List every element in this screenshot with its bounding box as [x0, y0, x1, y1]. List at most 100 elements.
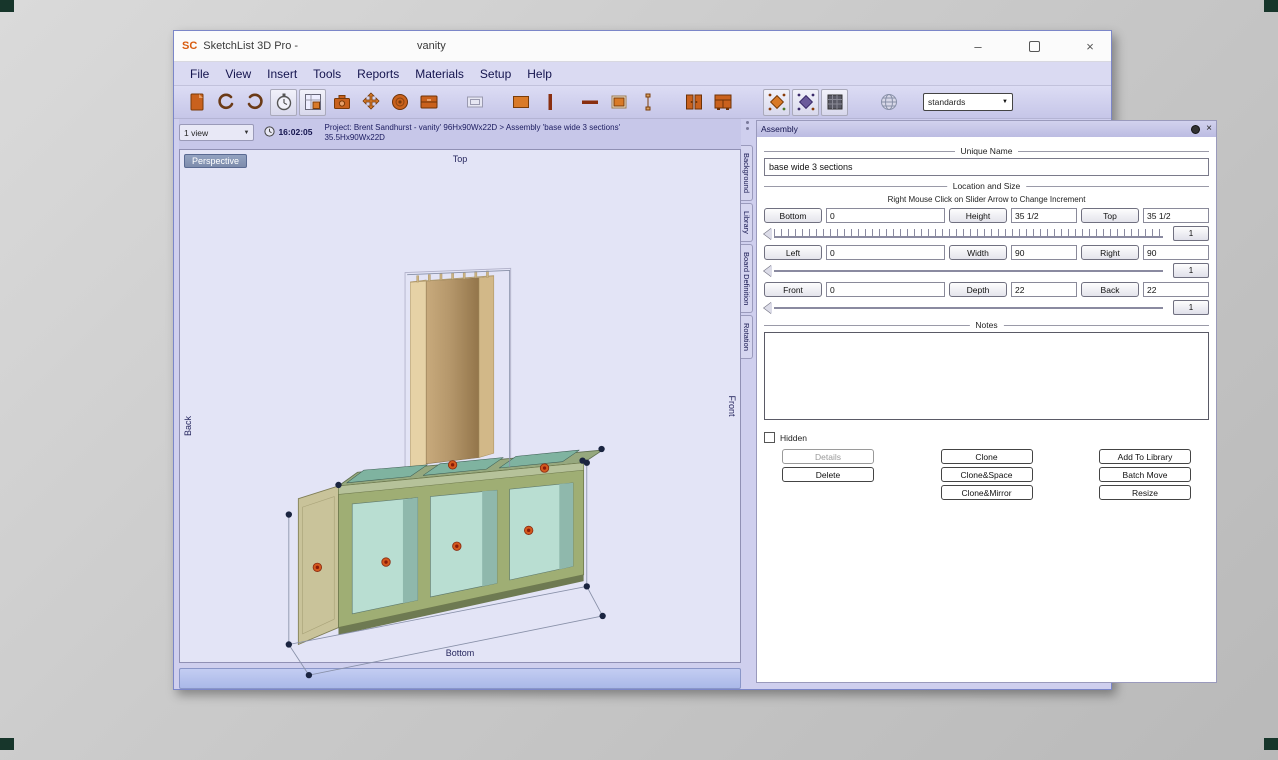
clone-mirror-button[interactable]: Clone&Mirror	[941, 485, 1033, 500]
timer-button[interactable]	[270, 89, 297, 116]
location-size-group: Location and Size Right Mouse Click on S…	[764, 186, 1209, 315]
chevron-down-icon: ▼	[1002, 99, 1008, 105]
pin-icon[interactable]	[1191, 125, 1200, 134]
mirror-tower[interactable]	[410, 271, 493, 471]
slider-thumb-icon[interactable]	[764, 302, 772, 314]
panel-close-icon[interactable]: ×	[1206, 124, 1212, 134]
depth-position-slider[interactable]	[764, 301, 1163, 315]
front-value-field[interactable]	[826, 282, 945, 297]
top-value-field[interactable]	[1143, 208, 1209, 223]
close-icon[interactable]: ×	[1079, 35, 1101, 57]
unique-name-input[interactable]	[764, 158, 1209, 176]
dowel-disc-button[interactable]	[386, 89, 413, 116]
batch-move-button[interactable]: Batch Move	[1099, 467, 1191, 482]
right-value-field[interactable]	[1143, 245, 1209, 260]
clamp-button[interactable]	[634, 89, 661, 116]
explode-hardware-icon	[766, 91, 788, 113]
assembly-panel-title: Assembly	[761, 124, 798, 134]
notes-textarea[interactable]	[764, 332, 1209, 420]
redo-button[interactable]	[241, 89, 268, 116]
new-board-icon	[186, 91, 208, 113]
clock-icon	[264, 126, 275, 137]
front-button[interactable]: Front	[764, 282, 822, 297]
left-value-field[interactable]	[826, 245, 945, 260]
session-time: 16:02:05	[278, 127, 312, 137]
vanity-3d-model[interactable]	[180, 150, 740, 691]
width-value-field[interactable]	[1011, 245, 1077, 260]
clone-space-button[interactable]: Clone&Space	[941, 467, 1033, 482]
width-button[interactable]: Width	[949, 245, 1007, 260]
bottom-button[interactable]: Bottom	[764, 208, 822, 223]
slider-thumb-icon[interactable]	[764, 265, 772, 277]
move-object-button[interactable]	[357, 89, 384, 116]
increment-box[interactable]: 1	[1173, 300, 1209, 315]
project-layout-button[interactable]	[299, 89, 326, 116]
texture-swatch-icon	[824, 91, 846, 113]
horizontal-position-slider[interactable]	[764, 264, 1163, 278]
maximize-icon[interactable]	[1023, 35, 1045, 57]
menu-tools[interactable]: Tools	[305, 65, 349, 83]
menu-setup[interactable]: Setup	[472, 65, 519, 83]
cabinet-button[interactable]	[709, 89, 736, 116]
viewport-canvas[interactable]: Perspective Top Bottom Back Front	[179, 149, 741, 663]
snapshot-camera-button[interactable]	[328, 89, 355, 116]
depth-value-field[interactable]	[1011, 282, 1077, 297]
right-button[interactable]: Right	[1081, 245, 1139, 260]
document-title: vanity	[417, 40, 446, 52]
new-board-button[interactable]	[183, 89, 210, 116]
storage-chest-button[interactable]	[415, 89, 442, 116]
tab-library[interactable]: Library	[741, 203, 753, 242]
back-value-field[interactable]	[1143, 282, 1209, 297]
delete-button[interactable]: Delete	[782, 467, 874, 482]
vertical-divider-button[interactable]	[536, 89, 563, 116]
resize-button[interactable]: Resize	[1099, 485, 1191, 500]
add-to-library-button[interactable]: Add To Library	[1099, 449, 1191, 464]
globe-button[interactable]	[875, 89, 902, 116]
top-button[interactable]: Top	[1081, 208, 1139, 223]
assembly-panel-header[interactable]: Assembly ×	[757, 121, 1216, 137]
increment-box[interactable]: 1	[1173, 263, 1209, 278]
minimize-icon[interactable]: –	[967, 35, 989, 57]
height-button[interactable]: Height	[949, 208, 1007, 223]
title-bar[interactable]: SC SketchList 3D Pro - vanity – ×	[174, 31, 1111, 62]
texture-swatch-button[interactable]	[821, 89, 848, 116]
explode-hardware-button[interactable]	[763, 89, 790, 116]
bottom-value-field[interactable]	[826, 208, 945, 223]
frame-outline-button[interactable]	[461, 89, 488, 116]
clone-button[interactable]: Clone	[941, 449, 1033, 464]
standards-dropdown[interactable]: standards ▼	[923, 93, 1013, 111]
cabinet-icon	[712, 91, 734, 113]
left-button[interactable]: Left	[764, 245, 822, 260]
corner-marker	[0, 0, 14, 12]
height-value-field[interactable]	[1011, 208, 1077, 223]
tab-rotation[interactable]: Rotation	[741, 315, 753, 359]
depth-button[interactable]: Depth	[949, 282, 1007, 297]
menu-reports[interactable]: Reports	[349, 65, 407, 83]
double-door-button[interactable]	[680, 89, 707, 116]
globe-icon	[878, 91, 900, 113]
vertical-divider-icon	[539, 91, 561, 113]
panel-button[interactable]	[605, 89, 632, 116]
vertical-position-slider[interactable]	[764, 227, 1163, 241]
horizontal-shelf-button[interactable]	[576, 89, 603, 116]
slider-thumb-icon[interactable]	[764, 228, 772, 240]
board-button[interactable]	[507, 89, 534, 116]
menu-materials[interactable]: Materials	[407, 65, 472, 83]
increment-box[interactable]: 1	[1173, 226, 1209, 241]
tab-board-definition[interactable]: Board Definition	[741, 244, 753, 313]
undo-button[interactable]	[212, 89, 239, 116]
back-button[interactable]: Back	[1081, 282, 1139, 297]
standards-dropdown-value: standards	[928, 97, 965, 107]
menu-help[interactable]: Help	[519, 65, 560, 83]
menu-insert[interactable]: Insert	[259, 65, 305, 83]
menu-file[interactable]: File	[182, 65, 217, 83]
menu-view[interactable]: View	[217, 65, 259, 83]
splitter-handle[interactable]	[745, 121, 749, 139]
tab-background[interactable]: Background	[741, 145, 753, 201]
details-button[interactable]: Details	[782, 449, 874, 464]
contour-section-button[interactable]	[792, 89, 819, 116]
base-cabinet[interactable]	[298, 450, 602, 644]
app-logo: SC	[182, 40, 197, 52]
hidden-checkbox[interactable]	[764, 432, 775, 443]
view-count-dropdown[interactable]: 1 view ▼	[179, 124, 254, 141]
